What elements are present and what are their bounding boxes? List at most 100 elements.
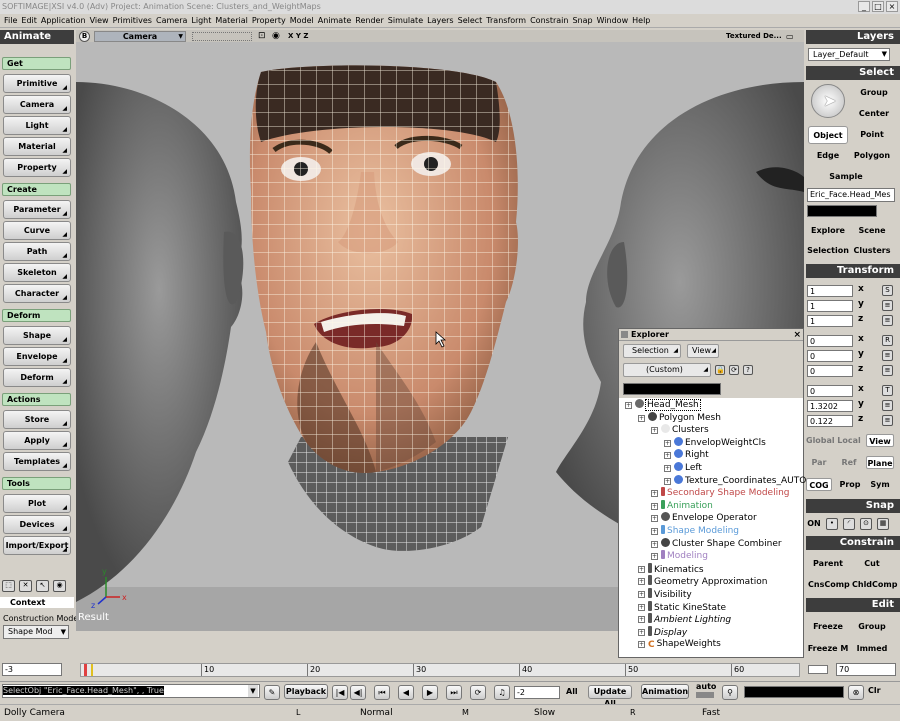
layers-header[interactable]: Layers [806,30,900,44]
menu-snap[interactable]: Snap [572,14,592,28]
axis-lock-icon[interactable]: ≡ [882,350,893,361]
scale-x-field[interactable]: 1 [807,285,853,297]
get-primitive-button[interactable]: Primitive ◢ [3,74,71,93]
rotation-z-axis[interactable]: z [858,364,863,374]
section-actions[interactable]: Actions [2,393,71,406]
tree-item[interactable]: EnvelopWeightCls [674,436,766,449]
select-header[interactable]: Select [806,66,900,80]
immed-button[interactable]: Immed [852,640,892,658]
menu-application[interactable]: Application [41,14,86,28]
scale-x-axis[interactable]: x [858,284,864,294]
snap-surface-icon[interactable]: ⊙ [860,518,872,530]
menu-constrain[interactable]: Constrain [530,14,568,28]
mode-switch[interactable]: Animate [0,30,74,44]
select-group-button[interactable]: Group [852,84,896,102]
scale-y-axis[interactable]: y [858,299,864,309]
create-parameter-button[interactable]: Parameter ◢ [3,200,71,219]
maximize-button[interactable]: □ [872,1,884,12]
explorer-filter-menu[interactable]: (Custom) ◢ [623,363,711,377]
menu-transform[interactable]: Transform [486,14,526,28]
select-center-button[interactable]: Center [852,105,896,123]
expand-toggle-icon[interactable]: + [638,603,645,611]
scale-z-axis[interactable]: z [858,314,863,324]
chldcomp-button[interactable]: ChldComp [852,576,897,594]
section-deform[interactable]: Deform [2,309,71,322]
expand-toggle-icon[interactable]: + [651,553,658,561]
update-all-button[interactable]: Update All [588,685,632,708]
snap-header[interactable]: Snap [806,499,900,513]
timeline-range-icon[interactable] [808,665,828,674]
translation-z-field[interactable]: 0.122 [807,415,853,427]
fast-forward-icon[interactable]: ⏭ [446,685,462,700]
expand-toggle-icon[interactable]: + [638,565,645,573]
viewport-badge[interactable]: B [79,31,90,42]
expand-toggle-icon[interactable]: + [651,502,658,510]
tree-item[interactable]: Polygon Mesh [648,411,721,424]
tools-devices-button[interactable]: Devices ◢ [3,515,71,534]
plane-button[interactable]: Plane [866,456,894,469]
menu-view[interactable]: View [90,14,109,28]
tree-item[interactable]: Clusters [661,424,709,436]
expand-toggle-icon[interactable]: + [638,628,645,636]
menu-property[interactable]: Property [252,14,286,28]
get-property-button[interactable]: Property ◢ [3,158,71,177]
camera-dropdown[interactable]: Camera ▼ [94,31,186,42]
sym-button[interactable]: Sym [866,478,894,491]
translation-x-field[interactable]: 0 [807,385,853,397]
tools-plot-button[interactable]: Plot ◢ [3,494,71,513]
play-backward-icon[interactable]: ◀ [398,685,414,700]
expand-toggle-icon[interactable]: + [651,528,658,535]
axis-lock-icon[interactable]: ≡ [882,400,893,411]
select-tool-button[interactable]: ➤ [811,84,845,118]
tree-item[interactable]: Cluster Shape Combiner [661,537,782,550]
actions-apply-button[interactable]: Apply ◢ [3,431,71,450]
snap-grid-icon[interactable]: ▦ [877,518,889,530]
tree-item[interactable]: Shape Modeling [661,525,739,537]
audio-icon[interactable]: ♫ [494,685,510,700]
timeline-end-field[interactable]: 70 [836,663,896,676]
constrain-header[interactable]: Constrain [806,536,900,550]
menu-window[interactable]: Window [597,14,629,28]
tree-item[interactable]: Animation [661,499,713,512]
tree-item[interactable]: Static KineState [648,600,726,614]
rotation-x-axis[interactable]: x [858,334,864,344]
snap-on-button[interactable]: ON [806,517,822,530]
explorer-titlebar[interactable]: Explorer × [619,329,803,341]
context-header[interactable]: Context [0,597,74,608]
translation-y-axis[interactable]: y [858,399,864,409]
menu-edit[interactable]: Edit [21,14,37,28]
minimize-button[interactable]: _ [858,1,870,12]
explorer-selection-menu[interactable]: Selection ◢ [623,344,681,358]
help-icon[interactable]: ? [743,365,753,375]
snap-curve-icon[interactable]: ◜ [843,518,855,530]
construction-mode-dropdown[interactable]: Shape Mod ▼ [3,625,69,639]
selection-filter-field[interactable] [807,205,877,217]
create-curve-button[interactable]: Curve ◢ [3,221,71,240]
refresh-icon[interactable]: ⟳ [729,365,739,375]
selection-button[interactable]: Selection [806,242,850,260]
tree-item[interactable]: Kinematics [648,562,704,576]
expand-toggle-icon[interactable]: + [638,578,645,586]
expand-toggle-icon[interactable]: + [651,540,658,548]
freeze-button[interactable]: Freeze [808,618,848,636]
cnscomp-button[interactable]: CnsComp [808,576,850,594]
delete-key-icon[interactable]: ⊗ [848,685,864,700]
get-camera-button[interactable]: Camera ◢ [3,95,71,114]
deform-deform-button[interactable]: Deform ◢ [3,368,71,387]
tree-item[interactable]: Secondary Shape Modeling [661,487,790,499]
pointer-icon[interactable]: ⬚ [2,580,15,592]
translation-z-axis[interactable]: z [858,414,863,424]
expand-toggle-icon[interactable]: + [664,452,671,460]
expand-toggle-icon[interactable]: + [651,515,658,523]
expand-toggle-icon[interactable]: + [651,427,658,435]
menu-material[interactable]: Material [215,14,248,28]
menu-camera[interactable]: Camera [156,14,187,28]
expand-toggle-icon[interactable]: + [638,591,645,598]
axis-lock-icon[interactable]: ≡ [882,415,893,426]
expand-toggle-icon[interactable]: + [651,490,658,498]
playhead-marker[interactable] [84,664,87,676]
actions-store-button[interactable]: Store ◢ [3,410,71,429]
cut-button[interactable]: Cut [852,555,892,573]
axis-lock-icon[interactable]: ≡ [882,315,893,326]
freeze-modeling-button[interactable]: Freeze M [806,640,850,658]
